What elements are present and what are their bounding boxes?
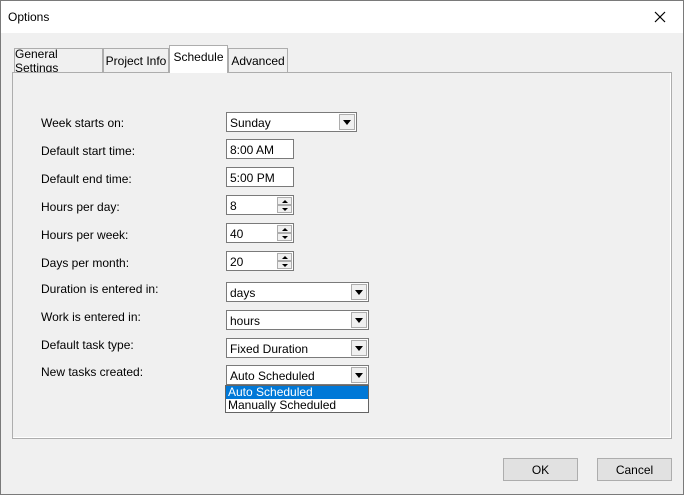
hours-per-day-label: Hours per day:: [41, 200, 120, 214]
hours-per-week-value: 40: [230, 227, 244, 241]
hours-per-day-value: 8: [230, 199, 237, 213]
cancel-button[interactable]: Cancel: [597, 458, 672, 481]
ok-button[interactable]: OK: [503, 458, 578, 481]
default-task-type-select[interactable]: Fixed Duration: [226, 338, 369, 358]
close-button[interactable]: [637, 1, 683, 33]
duration-entered-label: Duration is entered in:: [41, 282, 159, 296]
new-tasks-created-select[interactable]: Auto Scheduled: [226, 365, 369, 385]
spin-down-icon[interactable]: [277, 261, 292, 269]
tab-label: Advanced: [231, 53, 285, 68]
week-starts-select[interactable]: Sunday: [226, 112, 357, 132]
default-task-type-label: Default task type:: [41, 338, 134, 352]
work-entered-select[interactable]: hours: [226, 310, 369, 330]
tab-general-settings[interactable]: General Settings: [14, 46, 103, 75]
chevron-down-icon[interactable]: [339, 114, 355, 130]
close-icon: [654, 11, 666, 23]
chevron-down-icon[interactable]: [351, 284, 367, 300]
new-tasks-dropdown-list: Auto Scheduled Manually Scheduled: [225, 385, 369, 413]
chevron-down-icon[interactable]: [351, 340, 367, 356]
cancel-button-label: Cancel: [615, 462, 654, 477]
ok-button-label: OK: [531, 462, 550, 477]
spin-down-icon[interactable]: [277, 233, 292, 241]
week-starts-value: Sunday: [230, 116, 271, 130]
default-start-time-input[interactable]: 8:00 AM: [226, 139, 294, 159]
tab-project-info[interactable]: Project Info: [103, 48, 169, 72]
schedule-panel: Week starts on: Sunday Default start tim…: [12, 72, 672, 439]
chevron-down-icon[interactable]: [351, 312, 367, 328]
hours-per-week-stepper[interactable]: 40: [226, 223, 294, 243]
spin-up-icon[interactable]: [277, 197, 292, 205]
default-start-time-label: Default start time:: [41, 144, 136, 158]
title-bar: Options: [1, 1, 683, 33]
spin-up-icon[interactable]: [277, 225, 292, 233]
work-entered-label: Work is entered in:: [41, 310, 141, 324]
default-end-time-input[interactable]: 5:00 PM: [226, 167, 294, 187]
window-title: Options: [8, 10, 50, 24]
default-end-time-label: Default end time:: [41, 172, 132, 186]
week-starts-label: Week starts on:: [41, 116, 125, 130]
tab-advanced[interactable]: Advanced: [228, 48, 288, 72]
new-tasks-created-label: New tasks created:: [41, 365, 144, 379]
duration-entered-value: days: [230, 286, 256, 300]
tab-label: Schedule: [173, 49, 224, 64]
new-tasks-created-value: Auto Scheduled: [230, 369, 315, 383]
tab-label: General Settings: [15, 46, 59, 75]
dropdown-option-manually-scheduled[interactable]: Manually Scheduled: [226, 399, 368, 412]
options-dialog: Options General Settings Project Info Sc…: [0, 0, 684, 495]
spin-up-icon[interactable]: [277, 253, 292, 261]
days-per-month-stepper[interactable]: 20: [226, 251, 294, 271]
days-per-month-value: 20: [230, 255, 244, 269]
spin-down-icon[interactable]: [277, 205, 292, 213]
work-entered-value: hours: [230, 314, 261, 328]
tab-schedule[interactable]: Schedule: [169, 45, 228, 73]
days-per-month-label: Days per month:: [41, 256, 130, 270]
tab-label: Project Info: [105, 53, 167, 68]
chevron-down-icon[interactable]: [351, 367, 367, 383]
hours-per-week-label: Hours per week:: [41, 228, 129, 242]
default-task-type-value: Fixed Duration: [230, 342, 309, 356]
hours-per-day-stepper[interactable]: 8: [226, 195, 294, 215]
duration-entered-select[interactable]: days: [226, 282, 369, 302]
